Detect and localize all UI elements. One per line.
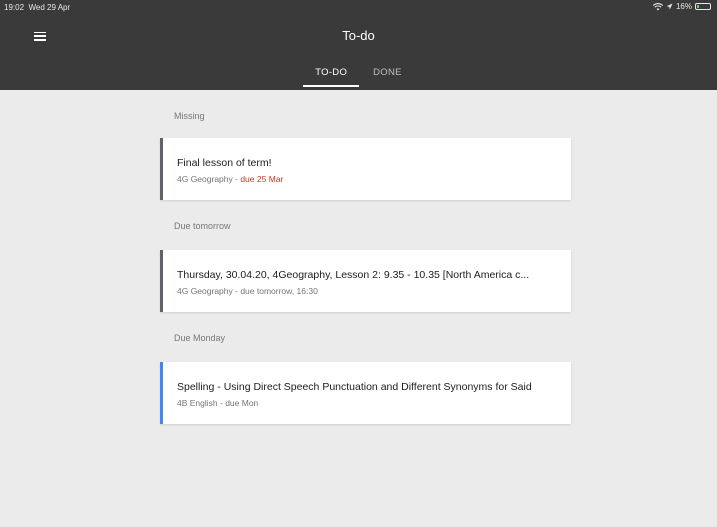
class-name: 4B English xyxy=(177,398,218,408)
card-accent-bar xyxy=(160,250,163,312)
class-name: 4G Geography xyxy=(177,286,233,296)
assignment-title: Spelling - Using Direct Speech Punctuati… xyxy=(177,381,532,393)
assignment-meta: 4B English - due Mon xyxy=(177,398,258,408)
due-date: due tomorrow, 16:30 xyxy=(240,286,318,296)
status-date: Wed 29 Apr xyxy=(28,3,71,12)
assignment-title: Final lesson of term! xyxy=(177,157,272,169)
due-date: due 25 Mar xyxy=(240,174,284,184)
tab-done[interactable]: DONE xyxy=(361,60,414,87)
wifi-icon xyxy=(652,2,663,10)
app-frame: 19:02 Wed 29 Apr 16% To-do TO-DO DONE Mi… xyxy=(0,0,717,527)
status-indicators: 16% xyxy=(652,2,711,11)
tab-bar: TO-DO DONE xyxy=(0,60,717,90)
section-label-missing: Missing xyxy=(174,111,205,121)
assignment-title: Thursday, 30.04.20, 4Geography, Lesson 2… xyxy=(177,269,530,281)
status-clock: 19:02 xyxy=(4,3,25,12)
battery-fill xyxy=(697,5,699,8)
app-header: 19:02 Wed 29 Apr 16% To-do TO-DO DONE xyxy=(0,0,717,90)
assignment-meta: 4G Geography - due 25 Mar xyxy=(177,174,283,184)
assignment-meta: 4G Geography - due tomorrow, 16:30 xyxy=(177,286,318,296)
battery-percentage: 16% xyxy=(675,2,692,11)
location-arrow-icon xyxy=(666,3,673,10)
assignment-card[interactable]: Thursday, 30.04.20, 4Geography, Lesson 2… xyxy=(160,250,571,312)
section-label-due-tomorrow: Due tomorrow xyxy=(174,221,231,231)
card-accent-bar xyxy=(160,362,163,424)
assignment-list: Missing Final lesson of term! 4G Geograp… xyxy=(160,90,571,424)
due-date: due Mon xyxy=(225,398,259,408)
card-accent-bar xyxy=(160,138,163,200)
status-time: 19:02 Wed 29 Apr xyxy=(4,3,70,12)
status-bar: 19:02 Wed 29 Apr 16% xyxy=(0,0,717,14)
section-label-due-monday: Due Monday xyxy=(174,333,226,343)
assignment-card[interactable]: Final lesson of term! 4G Geography - due… xyxy=(160,138,571,200)
tab-to-do[interactable]: TO-DO xyxy=(303,60,360,87)
page-title: To-do xyxy=(342,28,375,43)
battery-icon xyxy=(695,3,711,10)
class-name: 4G Geography xyxy=(177,174,233,184)
assignment-card[interactable]: Spelling - Using Direct Speech Punctuati… xyxy=(160,362,571,424)
